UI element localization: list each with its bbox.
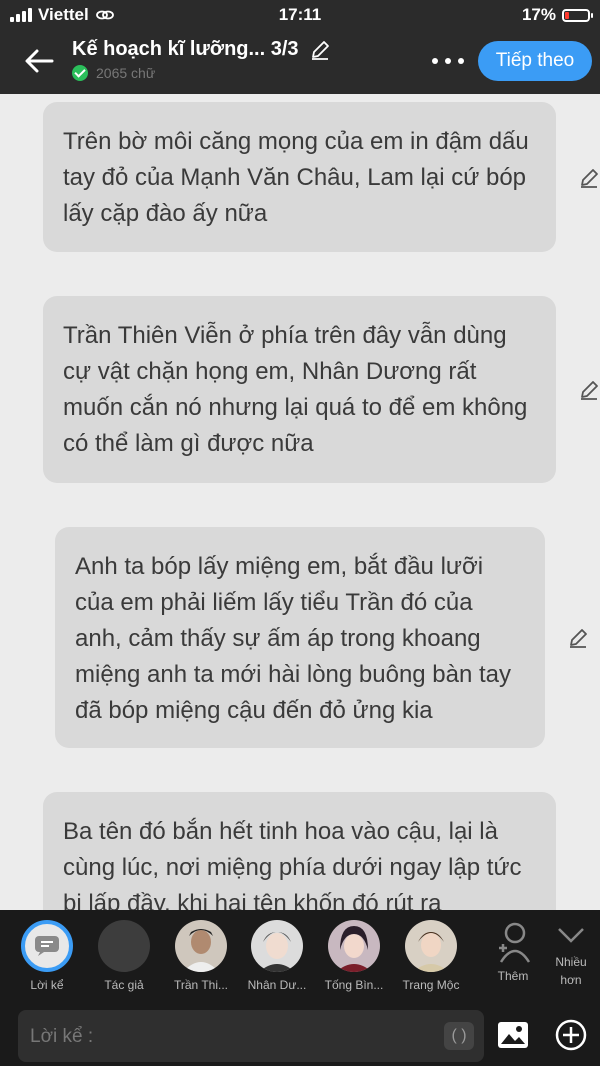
message-list[interactable]: Trên bờ môi căng mọng của em in đậm dấu … [0,94,600,910]
portrait-icon [328,920,380,972]
next-button[interactable]: Tiếp theo [478,41,592,81]
portrait-icon [405,920,457,972]
pencil-icon[interactable] [309,39,331,61]
author-avatar [98,920,150,972]
character-name: Trần Thi... [173,978,229,992]
portrait-icon [251,920,303,972]
message-bubble[interactable]: Ba tên đó bắn hết tinh hoa vào cậu, lại … [43,792,556,910]
character-name: Trang Mộc [402,978,460,992]
character-bar[interactable]: Lời kể Tác giả Trần Thi... Nhân Dư... Tố… [0,910,600,1006]
character-tong-binh[interactable]: Tống Bìn... [319,920,389,992]
character-narrator[interactable]: Lời kể [12,920,82,992]
add-icon[interactable] [554,1018,588,1052]
character-nhan-duong[interactable]: Nhân Dư... [242,920,312,992]
edit-icon[interactable] [578,379,600,401]
edit-icon[interactable] [567,627,589,649]
narrator-avatar [21,920,73,972]
chat-bubble-icon [35,936,59,956]
back-arrow-icon[interactable] [22,44,56,78]
character-name: Nhân Dư... [247,978,307,992]
message-text: Anh ta bóp lấy miệng em, bắt đầu lưỡi củ… [75,553,512,724]
status-right: 17% [521,5,593,25]
avatar [328,920,380,972]
more-label-2: hơn [560,973,582,987]
character-author[interactable]: Tác giả [89,920,159,992]
battery-percent: 17% [521,5,556,24]
more-label: Nhiều [555,955,587,969]
avatar [405,920,457,972]
message-text: Ba tên đó bắn hết tinh hoa vào cậu, lại … [63,818,522,910]
add-person-icon [499,922,531,963]
message-bubble[interactable]: Trên bờ môi căng mọng của em in đậm dấu … [43,102,556,252]
message-bubble[interactable]: Anh ta bóp lấy miệng em, bắt đầu lưỡi củ… [55,527,545,748]
chevron-down-icon [558,928,584,943]
status-bar: Viettel 17:11 17% [0,0,600,30]
avatar [251,920,303,972]
narration-input-box[interactable]: ( ) [18,1010,484,1062]
clock: 17:11 [278,5,322,24]
more-characters-button[interactable]: Nhiều hơn [536,926,600,987]
narration-input[interactable] [28,1018,432,1056]
character-trang-moc[interactable]: Trang Mộc [396,920,466,992]
character-tran-thi[interactable]: Trần Thi... [166,920,236,992]
more-options-icon[interactable] [432,58,464,64]
character-name: Tác giả [104,978,144,992]
message-text: Trên bờ môi căng mọng của em in đậm dấu … [63,128,529,227]
app-header: Kế hoạch kĩ lưỡng... 3/3 2065 chữ Tiếp t… [0,30,600,94]
message-bubble[interactable]: Trần Thiên Viễn ở phía trên đây vẫn dùng… [43,296,556,483]
portrait-icon [175,920,227,972]
check-icon [72,65,88,81]
avatar [175,920,227,972]
character-name: Tống Bìn... [324,978,384,992]
word-count: 2065 chữ [96,65,156,81]
bottom-panel: Lời kể Tác giả Trần Thi... Nhân Dư... Tố… [0,910,600,1066]
image-icon[interactable] [496,1018,530,1052]
edit-icon[interactable] [578,167,600,189]
message-text: Trần Thiên Viễn ở phía trên đây vẫn dùng… [63,322,528,457]
paren-button[interactable]: ( ) [444,1022,474,1050]
battery-icon [562,8,593,22]
title-block: Kế hoạch kĩ lưỡng... 3/3 2065 chữ [72,38,331,81]
chapter-title[interactable]: Kế hoạch kĩ lưỡng... 3/3 [72,38,299,61]
character-name: Lời kể [30,978,64,992]
